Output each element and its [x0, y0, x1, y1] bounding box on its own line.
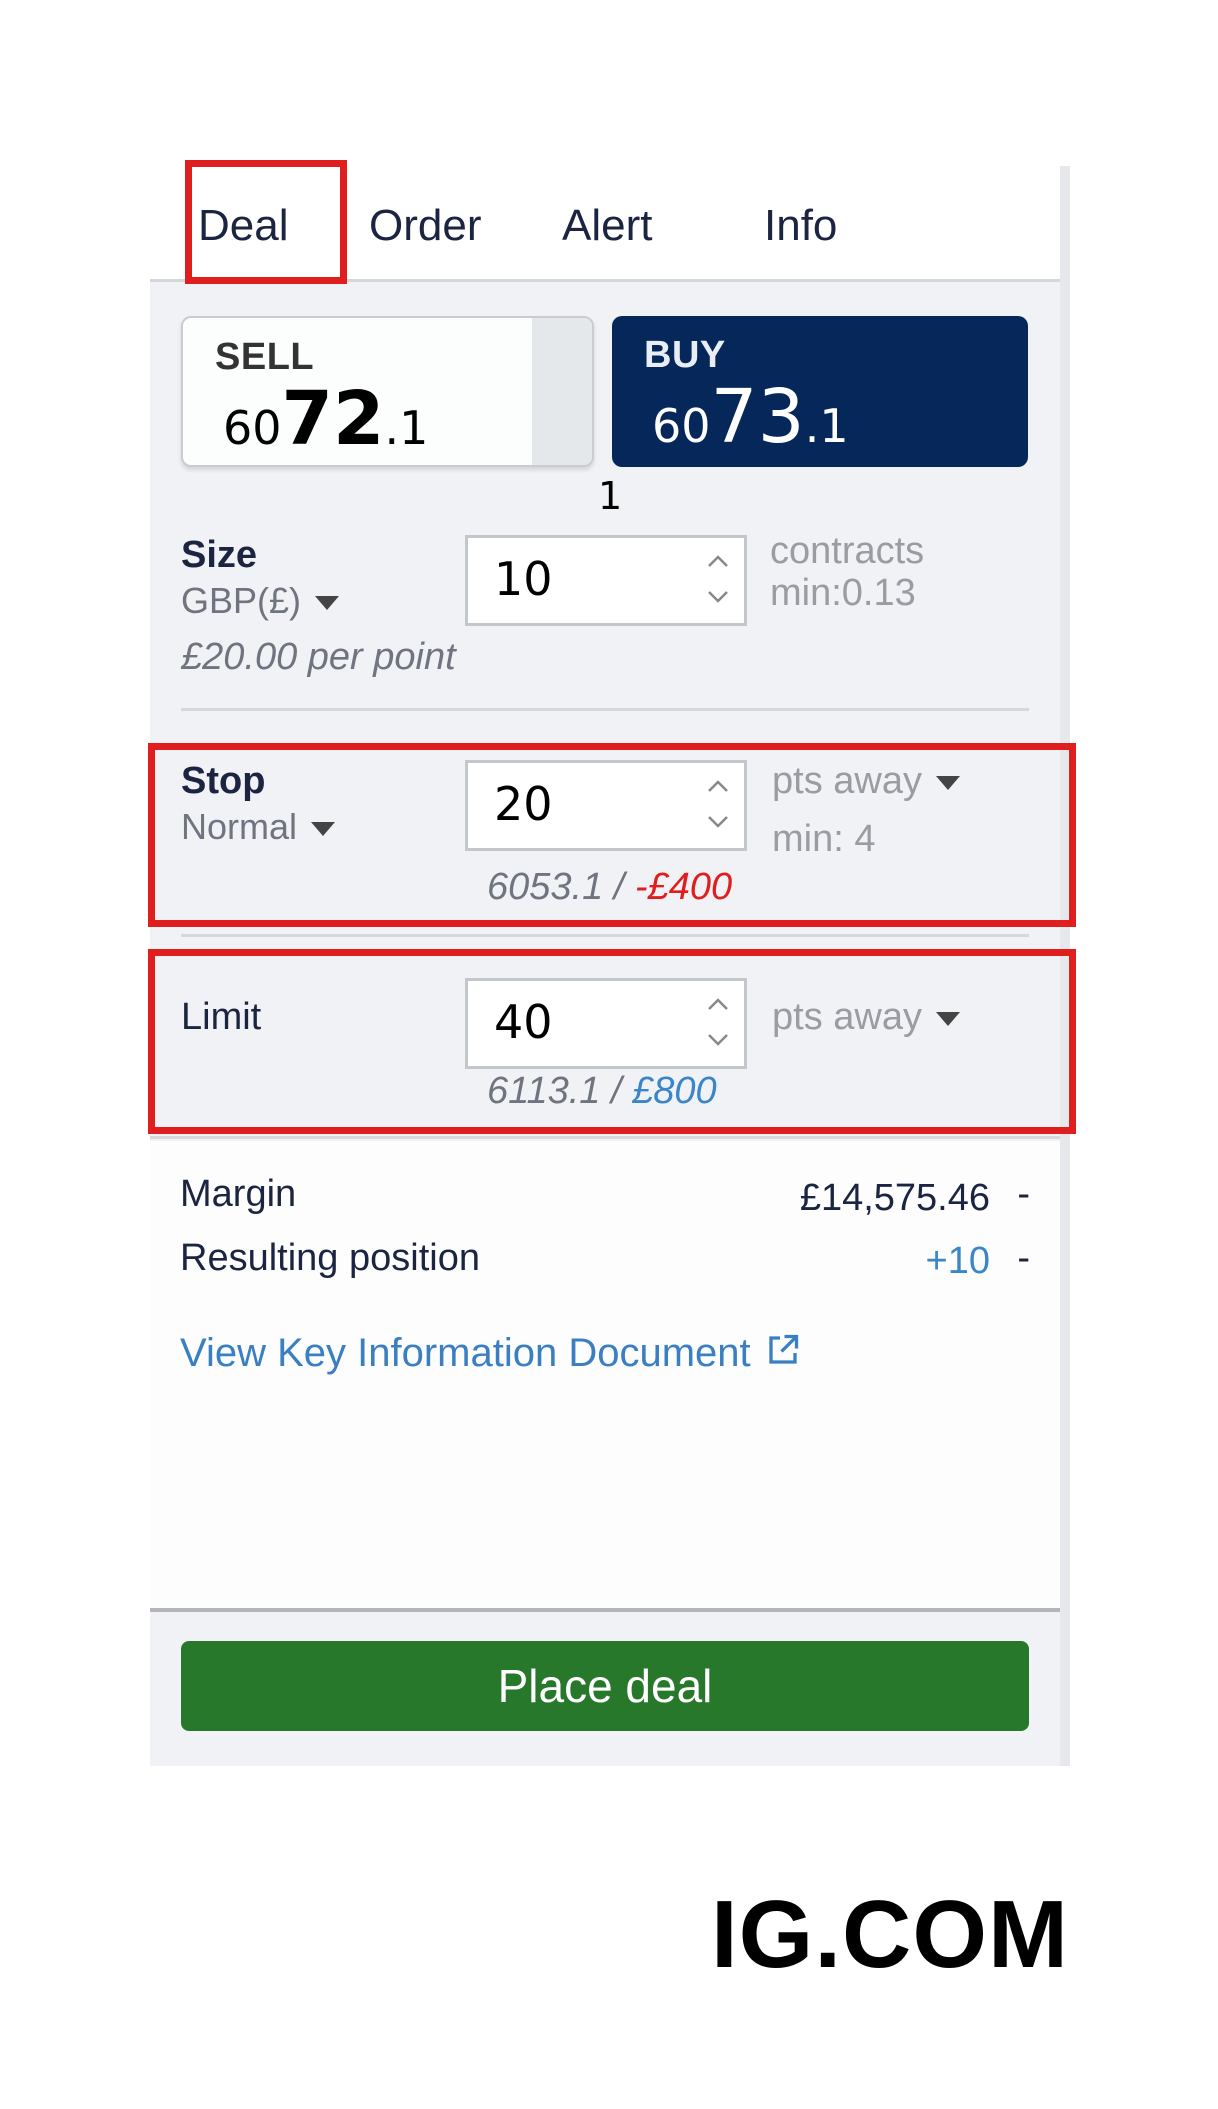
buy-price-big: 73 [710, 374, 805, 460]
size-min: min:0.13 [770, 572, 916, 614]
buy-price-suffix: .1 [804, 399, 849, 453]
stop-min: min: 4 [772, 818, 876, 860]
stop-distance-input[interactable]: 20 [465, 760, 747, 851]
stop-amount: -£400 [634, 866, 733, 908]
currency-value: GBP(£) [181, 580, 302, 621]
deal-ticket-panel: Deal Order Alert Info SELL 6072.1 BUY 60… [150, 166, 1060, 1766]
increment-icon[interactable] [704, 550, 732, 580]
stop-unit-dropdown[interactable]: pts away [772, 760, 960, 803]
external-link-icon [769, 1334, 798, 1364]
limit-amount: £800 [632, 1070, 717, 1112]
divider [181, 708, 1029, 711]
tab-deal[interactable]: Deal [198, 196, 289, 256]
decrement-icon[interactable] [704, 1029, 732, 1059]
size-unit: contracts [770, 530, 925, 572]
limit-level-summary: 6113.1 / £800 [487, 1070, 717, 1113]
buy-price: 6073.1 [652, 374, 849, 460]
resulting-position-label: Resulting position [180, 1237, 480, 1279]
caret-down-icon [935, 1011, 960, 1026]
stop-type-dropdown[interactable]: Normal [181, 806, 336, 848]
stop-type-value: Normal [181, 806, 298, 847]
spread-value: 1 [598, 474, 623, 518]
limit-level: 6113.1 / [487, 1070, 633, 1112]
currency-dropdown[interactable]: GBP(£) [181, 580, 340, 622]
increment-icon[interactable] [704, 775, 732, 805]
stop-level: 6053.1 / [487, 866, 635, 908]
buy-label: BUY [644, 334, 726, 376]
kid-link-text: View Key Information Document [180, 1331, 751, 1375]
per-point-value: £20.00 per point [181, 636, 456, 678]
tab-bar: Deal Order Alert Info [150, 166, 1060, 282]
scrollbar[interactable] [1060, 166, 1070, 1766]
margin-label: Margin [180, 1173, 297, 1215]
buy-price-prefix: 60 [652, 399, 711, 453]
resulting-position-value: +10 [925, 1240, 990, 1282]
increment-icon[interactable] [704, 993, 732, 1023]
limit-value: 40 [494, 995, 553, 1049]
stop-unit: pts away [772, 760, 922, 802]
resulting-position-toggle[interactable]: - [1017, 1237, 1030, 1280]
key-information-document-link[interactable]: View Key Information Document [180, 1331, 801, 1376]
limit-unit: pts away [772, 996, 922, 1038]
sell-price-side-strip [532, 318, 592, 465]
size-input[interactable]: 10 [465, 535, 747, 626]
place-deal-button[interactable]: Place deal [181, 1641, 1029, 1731]
buy-price-button[interactable]: BUY 6073.1 [612, 316, 1028, 467]
stop-label: Stop [181, 760, 266, 802]
stop-value: 20 [494, 777, 553, 831]
decrement-icon[interactable] [704, 811, 732, 841]
tab-alert[interactable]: Alert [562, 196, 652, 256]
footer-divider [150, 1608, 1060, 1612]
tab-order[interactable]: Order [369, 196, 481, 256]
deal-summary: Margin £14,575.46 - Resulting position +… [150, 1141, 1060, 1608]
limit-unit-dropdown[interactable]: pts away [772, 996, 960, 1039]
brand-logo: IG.COM [711, 1881, 1069, 1988]
decrement-icon[interactable] [704, 586, 732, 616]
caret-down-icon [311, 822, 336, 837]
margin-toggle[interactable]: - [1017, 1173, 1030, 1216]
sell-label: SELL [215, 336, 315, 378]
sell-price-button[interactable]: SELL 6072.1 [181, 316, 594, 467]
sell-price: 6072.1 [223, 376, 428, 462]
sell-price-big: 72 [281, 376, 385, 462]
limit-distance-input[interactable]: 40 [465, 978, 747, 1069]
stop-level-summary: 6053.1 / -£400 [487, 866, 732, 909]
size-label: Size [181, 534, 258, 576]
sell-price-suffix: .1 [384, 401, 429, 455]
margin-value: £14,575.46 [799, 1177, 990, 1219]
divider [150, 1136, 1060, 1139]
sell-price-prefix: 60 [223, 401, 282, 455]
size-value: 10 [494, 552, 553, 606]
tab-info[interactable]: Info [764, 196, 837, 256]
caret-down-icon [315, 596, 340, 611]
limit-label: Limit [181, 996, 262, 1038]
caret-down-icon [935, 775, 960, 790]
divider [181, 934, 1029, 937]
